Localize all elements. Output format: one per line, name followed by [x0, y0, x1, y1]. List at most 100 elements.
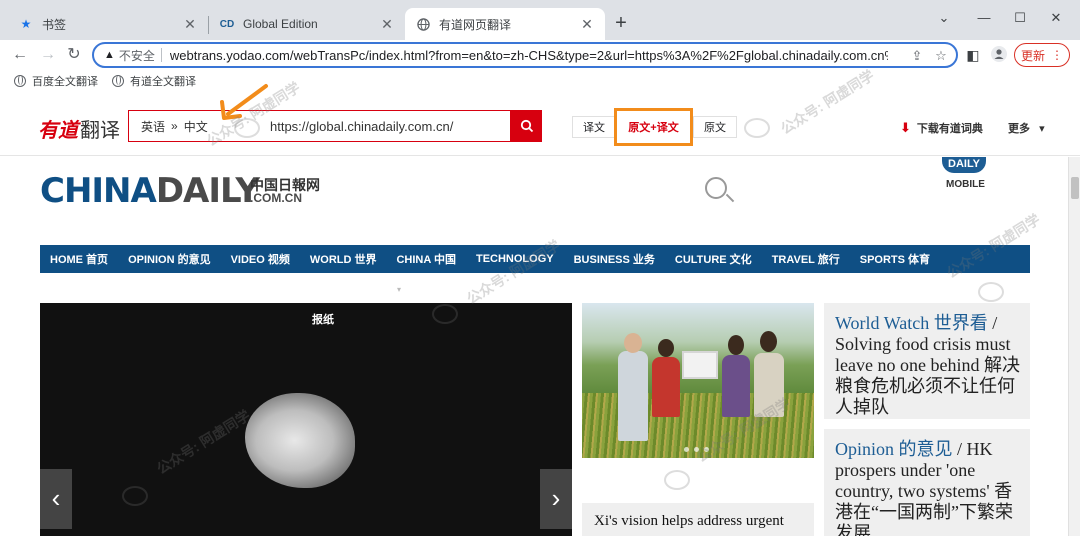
- nav-travel[interactable]: TRAVEL 旅行: [762, 251, 850, 267]
- search-icon: [520, 119, 533, 133]
- person-figure: [754, 353, 784, 417]
- globe-icon: [14, 75, 26, 87]
- omnibox-divider: [160, 48, 162, 62]
- download-dictionary-link[interactable]: ⬇ 下载有道词典: [900, 120, 983, 136]
- slider-prev-button[interactable]: ‹: [40, 469, 72, 529]
- nav-china[interactable]: CHINA 中国: [386, 251, 465, 267]
- reload-icon[interactable]: ↻: [64, 45, 84, 65]
- story-text[interactable]: Solving food crisis must leave no one be…: [835, 334, 1020, 417]
- story-separator: /: [987, 313, 998, 333]
- side-panel-icon[interactable]: ◧: [964, 46, 982, 64]
- nav-culture[interactable]: CULTURE 文化: [665, 251, 762, 267]
- share-icon[interactable]: ⇪: [908, 47, 926, 65]
- person-head: [760, 331, 777, 352]
- tab-global-edition[interactable]: CD Global Edition ✕: [209, 8, 405, 40]
- nav-home[interactable]: HOME 首页: [40, 251, 118, 267]
- mode-both-button[interactable]: 原文+译文: [614, 108, 693, 146]
- slide-dot[interactable]: [704, 447, 709, 452]
- caret-down-icon: ▾: [1039, 123, 1045, 135]
- nav-technology[interactable]: TECHNOLOGY: [466, 253, 564, 265]
- security-label[interactable]: 不安全: [119, 47, 155, 64]
- lang-from: 英语: [141, 119, 166, 134]
- bookmark-baidu-translate[interactable]: 百度全文翻译: [14, 73, 98, 89]
- logo-china: CHINA: [40, 171, 157, 211]
- url-text[interactable]: webtrans.yodao.com/webTransPc/index.html…: [170, 48, 888, 63]
- warning-icon[interactable]: ▲: [104, 49, 115, 61]
- bookmark-label: 有道全文翻译: [130, 76, 196, 88]
- logo-domain: .COM.CN: [250, 191, 302, 205]
- lang-to: 中文: [183, 119, 208, 134]
- annotation-arrow-icon: [220, 84, 268, 120]
- new-tab-button[interactable]: +: [610, 12, 632, 36]
- tab-title: 书签: [42, 17, 67, 32]
- person-head: [728, 335, 744, 355]
- logo-daily: DAILY: [155, 171, 260, 211]
- photo-headline-text: Xi's vision helps address urgent: [594, 513, 784, 529]
- forward-icon[interactable]: →: [38, 45, 58, 65]
- bookmark-label: 百度全文翻译: [32, 76, 98, 88]
- bookmarks-bar: 百度全文翻译 有道全文翻译: [0, 70, 1080, 92]
- story-kicker[interactable]: Opinion 的意见: [835, 439, 953, 459]
- nav-world[interactable]: WORLD 世界: [300, 251, 387, 267]
- mode-translation-button[interactable]: 译文: [572, 116, 616, 138]
- kebab-menu-icon: ⋮: [1051, 48, 1063, 62]
- nav-video[interactable]: VIDEO 视频: [221, 251, 300, 267]
- profile-icon[interactable]: [990, 46, 1008, 64]
- mode-original-button[interactable]: 原文: [693, 116, 737, 138]
- bookmark-youdao-translate[interactable]: 有道全文翻译: [112, 73, 196, 89]
- chinadaily-favicon: CD: [219, 18, 235, 30]
- person-head: [658, 339, 674, 357]
- tab-search-icon[interactable]: ⌄: [924, 6, 964, 30]
- mobile-label: MOBILE: [946, 179, 985, 190]
- slide-dot[interactable]: [684, 447, 689, 452]
- star-icon: ★: [20, 17, 32, 31]
- logo-product: 翻译: [80, 120, 120, 142]
- youdao-logo[interactable]: 有道 翻译: [38, 114, 120, 143]
- tab-title: 有道网页翻译: [439, 17, 512, 32]
- more-menu[interactable]: 更多 ▾: [1008, 120, 1045, 136]
- hero-slider[interactable]: 报纸 ‹ ›: [40, 303, 572, 536]
- nav-business[interactable]: BUSINESS 业务: [564, 251, 665, 267]
- url-input[interactable]: https://global.chinadaily.com.cn/: [256, 110, 511, 142]
- news-photo[interactable]: [582, 303, 814, 458]
- tab-bookmarks[interactable]: ★ 书签 ✕: [8, 8, 208, 40]
- download-icon: ⬇: [900, 120, 911, 135]
- photo-headline[interactable]: Xi's vision helps address urgent: [582, 503, 814, 536]
- more-label: 更多: [1008, 123, 1030, 135]
- chinadaily-logo[interactable]: CHINADAILY: [40, 171, 260, 211]
- slider-next-button[interactable]: ›: [540, 469, 572, 529]
- tab-youdao-web-translate[interactable]: 有道网页翻译 ✕: [405, 8, 605, 40]
- page-scrollbar[interactable]: [1068, 157, 1080, 536]
- scrollbar-thumb[interactable]: [1071, 177, 1079, 199]
- mobile-badge-daily: DAILY: [942, 157, 986, 173]
- story-kicker[interactable]: World Watch 世界看: [835, 313, 988, 333]
- close-icon[interactable]: ✕: [379, 16, 395, 32]
- globe-icon: [415, 16, 431, 32]
- minimize-icon[interactable]: —: [964, 6, 1004, 30]
- slide-dot[interactable]: [694, 447, 699, 452]
- back-icon[interactable]: ←: [10, 45, 30, 65]
- close-icon[interactable]: ✕: [182, 16, 198, 32]
- person-figure: [652, 357, 680, 417]
- slider-caption: 报纸: [312, 314, 334, 326]
- info-board: [682, 351, 718, 379]
- site-search-icon[interactable]: [705, 177, 727, 199]
- asteroid-image: [245, 393, 355, 488]
- maximize-icon[interactable]: ☐: [1000, 6, 1040, 30]
- update-button[interactable]: 更新 ⋮: [1014, 43, 1070, 67]
- search-button[interactable]: [511, 110, 542, 142]
- window-close-icon[interactable]: ✕: [1036, 6, 1076, 30]
- download-label: 下载有道词典: [916, 123, 983, 135]
- side-story-opinion[interactable]: Opinion 的意见 / HK prospers under 'one cou…: [824, 429, 1030, 536]
- story-separator: /: [952, 439, 963, 459]
- mobile-app-badge[interactable]: DAILY MOBILE: [942, 157, 1000, 195]
- address-bar[interactable]: ▲ 不安全 webtrans.yodao.com/webTransPc/inde…: [92, 42, 958, 68]
- browser-toolbar: ← → ↻ ▲ 不安全 webtrans.yodao.com/webTransP…: [0, 40, 1080, 70]
- nav-opinion[interactable]: OPINION 的意见: [118, 251, 221, 267]
- person-head: [624, 333, 642, 353]
- close-icon[interactable]: ✕: [579, 16, 595, 32]
- nav-sports[interactable]: SPORTS 体育: [850, 251, 940, 267]
- tab-title: Global Edition: [243, 17, 318, 31]
- bookmark-star-icon[interactable]: ☆: [932, 47, 950, 65]
- side-story-world-watch[interactable]: World Watch 世界看 / Solving food crisis mu…: [824, 303, 1030, 419]
